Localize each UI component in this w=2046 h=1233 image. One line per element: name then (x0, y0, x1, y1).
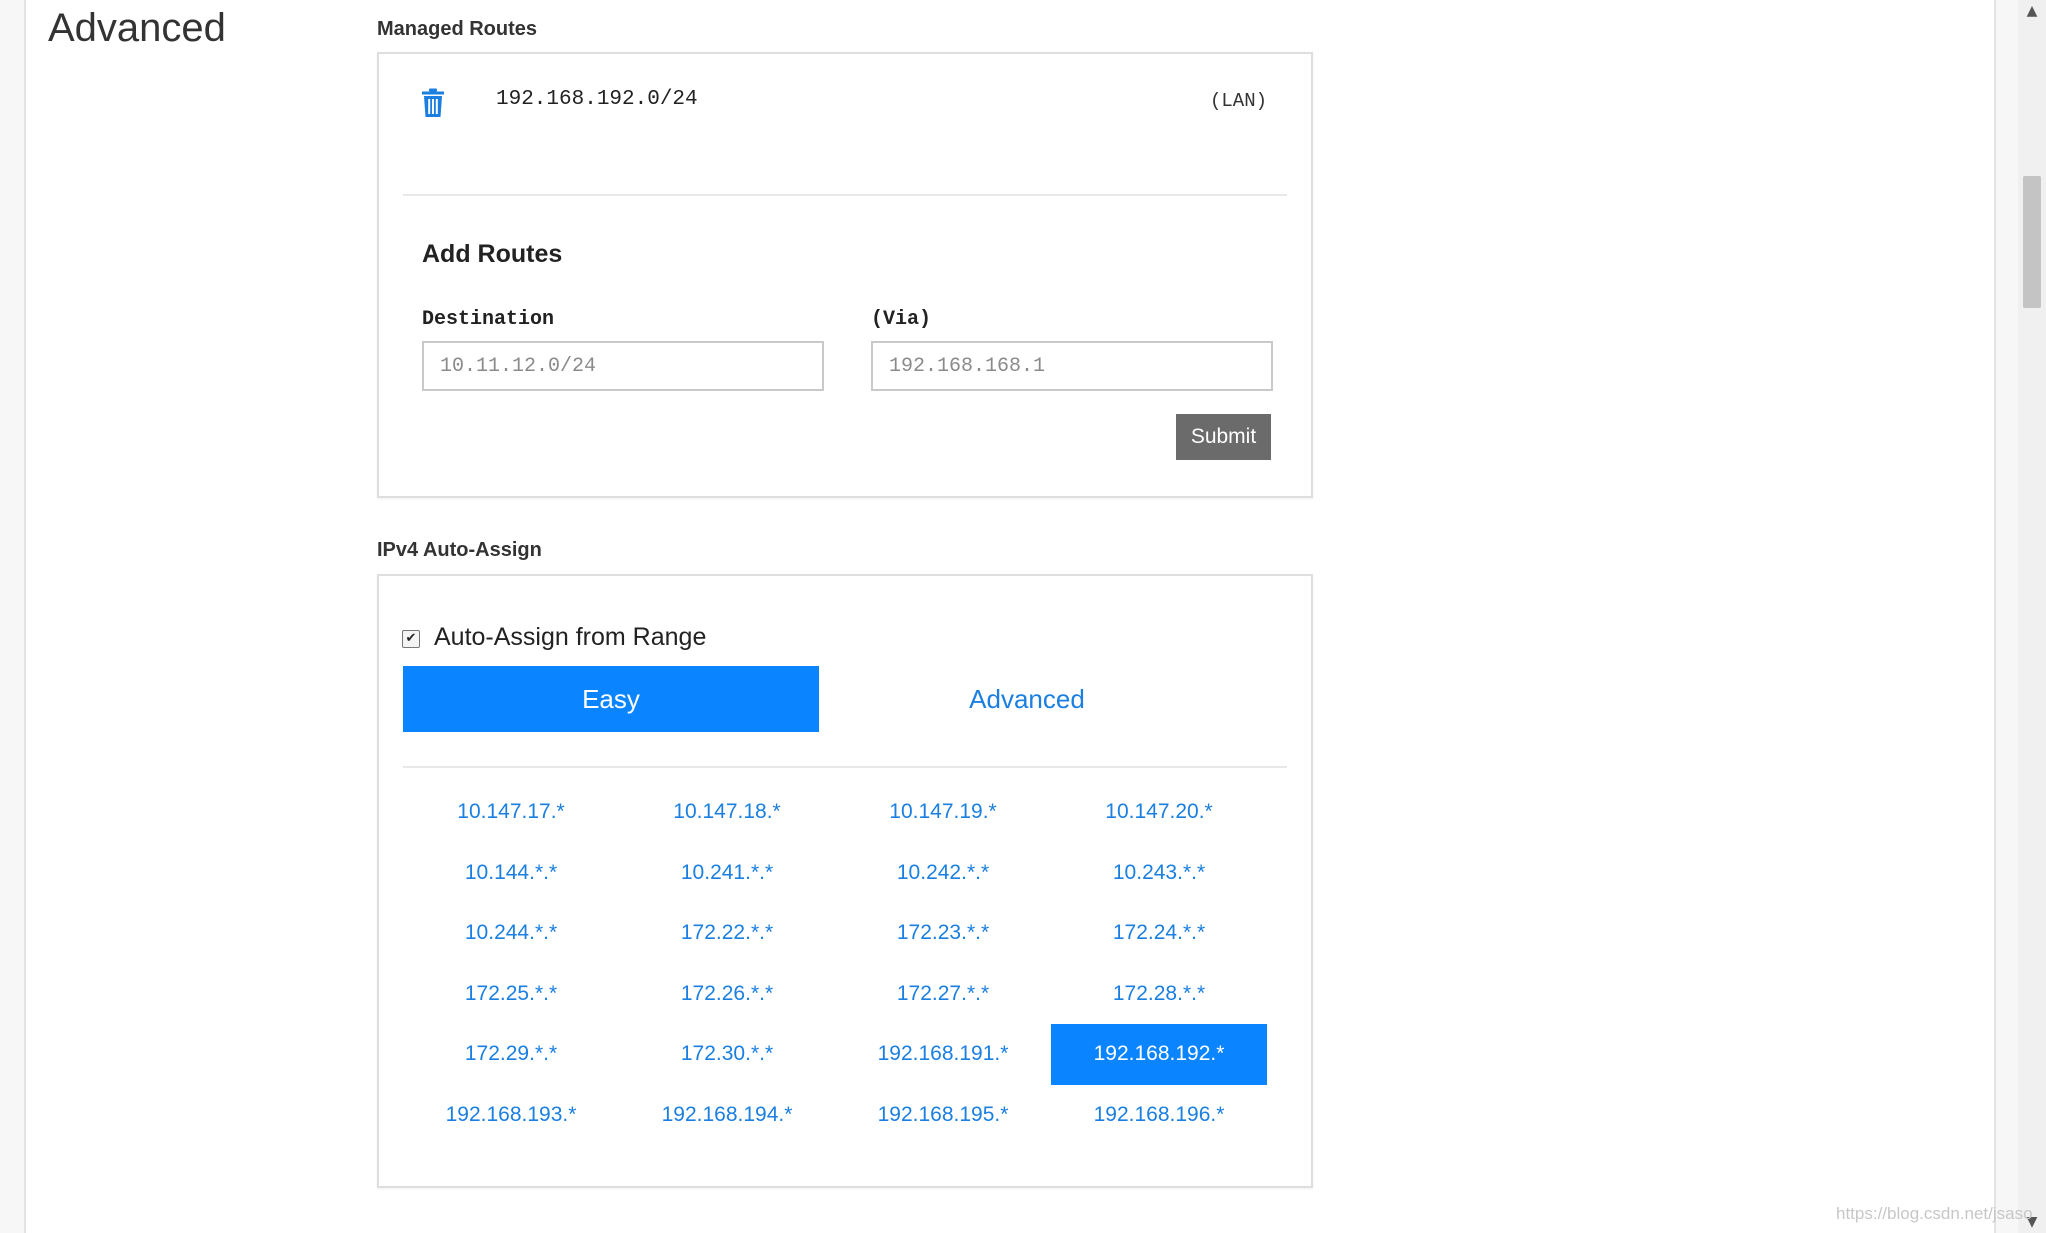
divider (403, 766, 1287, 768)
ipv4-auto-assign-heading: IPv4 Auto-Assign (377, 539, 542, 561)
via-label: (Via) (871, 308, 932, 331)
range-option[interactable]: 192.168.196.* (1051, 1085, 1267, 1146)
range-option[interactable]: 10.244.*.* (403, 903, 619, 964)
auto-assign-checkbox[interactable]: ✔ (402, 630, 420, 648)
managed-routes-heading: Managed Routes (377, 18, 538, 40)
range-option[interactable]: 10.144.*.* (403, 843, 619, 904)
divider (403, 194, 1287, 196)
range-option[interactable]: 172.24.*.* (1051, 903, 1267, 964)
range-option[interactable]: 10.241.*.* (619, 843, 835, 904)
add-routes-title: Add Routes (422, 240, 563, 268)
tab-easy[interactable]: Easy (403, 666, 819, 732)
page: ▲ ▼ Advanced Managed Routes 192.168.192.… (0, 0, 2046, 1233)
range-option[interactable]: 10.147.19.* (835, 782, 1051, 843)
vertical-scrollbar[interactable]: ▲ ▼ (2018, 0, 2046, 1233)
range-option[interactable]: 172.25.*.* (403, 964, 619, 1025)
range-option[interactable]: 172.30.*.* (619, 1024, 835, 1085)
range-option[interactable]: 172.23.*.* (835, 903, 1051, 964)
scroll-up-arrow-icon[interactable]: ▲ (2018, 0, 2046, 22)
auto-assign-label: Auto-Assign from Range (434, 623, 707, 651)
range-option[interactable]: 172.22.*.* (619, 903, 835, 964)
trash-icon[interactable] (421, 88, 445, 118)
destination-input[interactable] (422, 341, 824, 391)
range-option[interactable]: 10.147.18.* (619, 782, 835, 843)
ipv4-auto-assign-panel: ✔ Auto-Assign from Range Easy Advanced 1… (377, 574, 1313, 1188)
range-option[interactable]: 192.168.194.* (619, 1085, 835, 1146)
range-option[interactable]: 192.168.195.* (835, 1085, 1051, 1146)
managed-routes-panel: 192.168.192.0/24 (LAN) Add Routes Destin… (377, 52, 1313, 498)
range-option[interactable]: 10.243.*.* (1051, 843, 1267, 904)
range-option[interactable]: 172.29.*.* (403, 1024, 619, 1085)
submit-button[interactable]: Submit (1176, 414, 1271, 460)
range-option[interactable]: 10.242.*.* (835, 843, 1051, 904)
destination-label: Destination (422, 308, 555, 331)
route-tag: (LAN) (1209, 90, 1267, 112)
range-option[interactable]: 10.147.17.* (403, 782, 619, 843)
range-option[interactable]: 172.27.*.* (835, 964, 1051, 1025)
via-input[interactable] (871, 341, 1273, 391)
range-option[interactable]: 172.28.*.* (1051, 964, 1267, 1025)
tab-advanced[interactable]: Advanced (819, 666, 1235, 732)
range-option[interactable]: 192.168.192.* (1051, 1024, 1267, 1085)
range-grid: 10.147.17.* 10.147.18.* 10.147.19.* 10.147.… (403, 782, 1267, 1145)
range-option[interactable]: 192.168.191.* (835, 1024, 1051, 1085)
page-title: Advanced (48, 6, 226, 50)
range-option[interactable]: 10.147.20.* (1051, 782, 1267, 843)
range-option[interactable]: 192.168.193.* (403, 1085, 619, 1146)
scrollbar-thumb[interactable] (2023, 176, 2041, 308)
right-gutter (1994, 0, 2020, 1233)
route-destination: 192.168.192.0/24 (496, 88, 698, 111)
route-row: 192.168.192.0/24 (LAN) (379, 54, 1311, 194)
watermark: https://blog.csdn.net/jsaso (1836, 1204, 2033, 1223)
left-gutter (0, 0, 26, 1233)
range-option[interactable]: 172.26.*.* (619, 964, 835, 1025)
